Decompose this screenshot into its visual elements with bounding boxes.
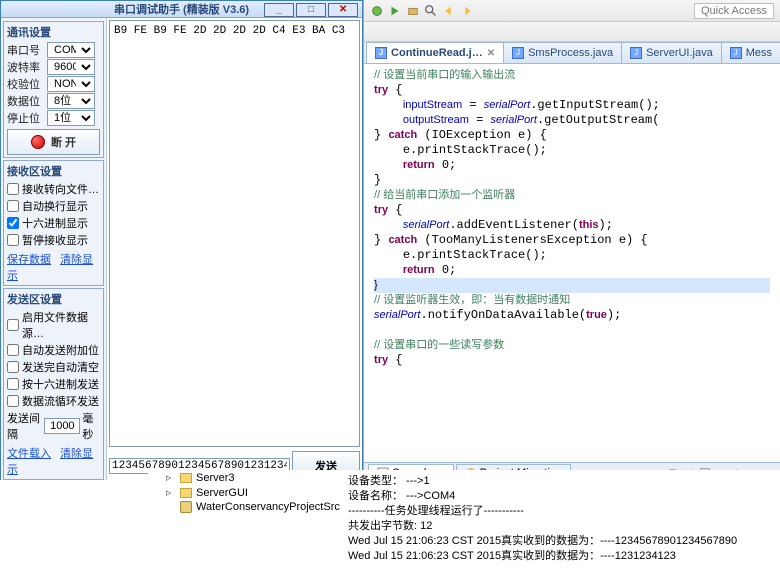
folder-icon (180, 473, 192, 483)
nav-forward-icon[interactable] (460, 4, 474, 18)
tx-settings-group: 发送区设置 启用文件数据源… 自动发送附加位 发送完自动清空 按十六进制发送 数… (3, 288, 104, 480)
tab-continueread[interactable]: JContinueRead.j…✕ (366, 42, 504, 63)
console-line: 设备类型： --->1 (348, 474, 772, 489)
close-button[interactable]: ✕ (328, 3, 358, 17)
java-file-icon: J (630, 47, 642, 59)
ide-toolbar-secondary (364, 22, 780, 42)
disconnect-label: 断 开 (51, 134, 76, 150)
port-select[interactable]: COM3 (47, 42, 95, 58)
package-explorer-fragment: ▹Server3 ▹ServerGUI WaterConservancyProj… (148, 470, 348, 514)
interval-unit: 毫秒 (82, 410, 100, 442)
java-file-icon: J (375, 47, 387, 59)
tree-item-servergui[interactable]: ▹ServerGUI (148, 485, 348, 500)
console-line: ----------任务处理线程运行了----------- (348, 504, 772, 519)
record-icon (31, 135, 45, 149)
java-file-icon: J (512, 47, 524, 59)
console-line: Wed Jul 15 21:06:23 CST 2015真实收到的数据为：---… (348, 549, 772, 564)
rx-hex-display-checkbox[interactable]: 十六进制显示 (7, 215, 100, 231)
baud-select[interactable]: 9600 (47, 59, 95, 75)
eclipse-ide: Quick Access JContinueRead.j…✕ JSmsProce… (363, 0, 780, 515)
databits-label: 数据位 (7, 93, 45, 109)
debug-icon[interactable] (370, 4, 384, 18)
parity-select[interactable]: NONE (47, 76, 95, 92)
quick-access-input[interactable]: Quick Access (694, 3, 774, 19)
maximize-button[interactable]: □ (296, 3, 326, 17)
group-title: 通讯设置 (7, 24, 100, 40)
folder-icon (180, 488, 192, 498)
package-icon[interactable] (406, 4, 420, 18)
tree-item-waterproject[interactable]: WaterConservancyProjectSrc (148, 500, 348, 514)
editor-tabs: JContinueRead.j…✕ JSmsProcess.java JServ… (364, 42, 780, 64)
console-line: Wed Jul 15 21:06:23 CST 2015真实收到的数据为：---… (348, 534, 772, 549)
interval-input[interactable] (44, 418, 80, 434)
tx-file-source-checkbox[interactable]: 启用文件数据源… (7, 309, 100, 341)
tx-auto-append-checkbox[interactable]: 自动发送附加位 (7, 342, 100, 358)
tab-mess[interactable]: JMess (721, 42, 780, 63)
window-title: 串口调试助手 (精装版 V3.6) (114, 1, 249, 17)
tx-loop-send-checkbox[interactable]: 数据流循环发送 (7, 393, 100, 409)
tree-item-server3[interactable]: ▹Server3 (148, 470, 348, 485)
disconnect-button[interactable]: 断 开 (7, 129, 100, 155)
java-file-icon: J (730, 47, 742, 59)
tx-hex-send-checkbox[interactable]: 按十六进制发送 (7, 376, 100, 392)
console-output[interactable]: 设备类型： --->1 设备名称： --->COM4 ----------任务处… (340, 470, 780, 568)
baud-label: 波特率 (7, 59, 45, 75)
interval-label: 发送间隔 (7, 410, 42, 442)
console-line: 共发出字节数: 12 (348, 519, 772, 534)
save-data-link[interactable]: 保存数据 (7, 254, 51, 266)
file-load-link[interactable]: 文件载入 (7, 448, 51, 460)
rx-to-file-checkbox[interactable]: 接收转向文件… (7, 181, 100, 197)
ide-toolbar: Quick Access (364, 0, 780, 22)
close-icon[interactable]: ✕ (487, 48, 495, 59)
databits-select[interactable]: 8位 (47, 93, 95, 109)
parity-label: 校验位 (7, 76, 45, 92)
group-title: 接收区设置 (7, 163, 100, 179)
rx-auto-newline-checkbox[interactable]: 自动换行显示 (7, 198, 100, 214)
port-label: 串口号 (7, 42, 45, 58)
serial-debug-window: 串口调试助手 (精装版 V3.6) _ □ ✕ 通讯设置 串口号COM3 波特率… (0, 0, 363, 490)
minimize-button[interactable]: _ (264, 3, 294, 17)
rx-pause-checkbox[interactable]: 暂停接收显示 (7, 232, 100, 248)
nav-back-icon[interactable] (442, 4, 456, 18)
stopbits-select[interactable]: 1位 (47, 110, 95, 126)
stopbits-label: 停止位 (7, 110, 45, 126)
window-titlebar[interactable]: 串口调试助手 (精装版 V3.6) _ □ ✕ (1, 1, 362, 18)
tab-smsprocess[interactable]: JSmsProcess.java (503, 42, 622, 63)
comm-settings-group: 通讯设置 串口号COM3 波特率9600 校验位NONE 数据位8位 停止位1位… (3, 21, 104, 158)
search-icon[interactable] (424, 4, 438, 18)
console-line: 设备名称： --->COM4 (348, 489, 772, 504)
code-editor[interactable]: // 设置当前串口的输入输出流 try { inputStream = seri… (364, 64, 780, 462)
run-icon[interactable] (388, 4, 402, 18)
group-title: 发送区设置 (7, 291, 100, 307)
tab-serverui[interactable]: JServerUI.java (621, 42, 722, 63)
status-ready: 就绪！ (7, 486, 56, 502)
reference-icon (180, 501, 192, 513)
rx-settings-group: 接收区设置 接收转向文件… 自动换行显示 十六进制显示 暂停接收显示 保存数据 … (3, 160, 104, 286)
tx-clear-after-checkbox[interactable]: 发送完自动清空 (7, 359, 100, 375)
rx-display-area[interactable]: B9 FE B9 FE 2D 2D 2D 2D C4 E3 BA C3 (109, 20, 360, 447)
